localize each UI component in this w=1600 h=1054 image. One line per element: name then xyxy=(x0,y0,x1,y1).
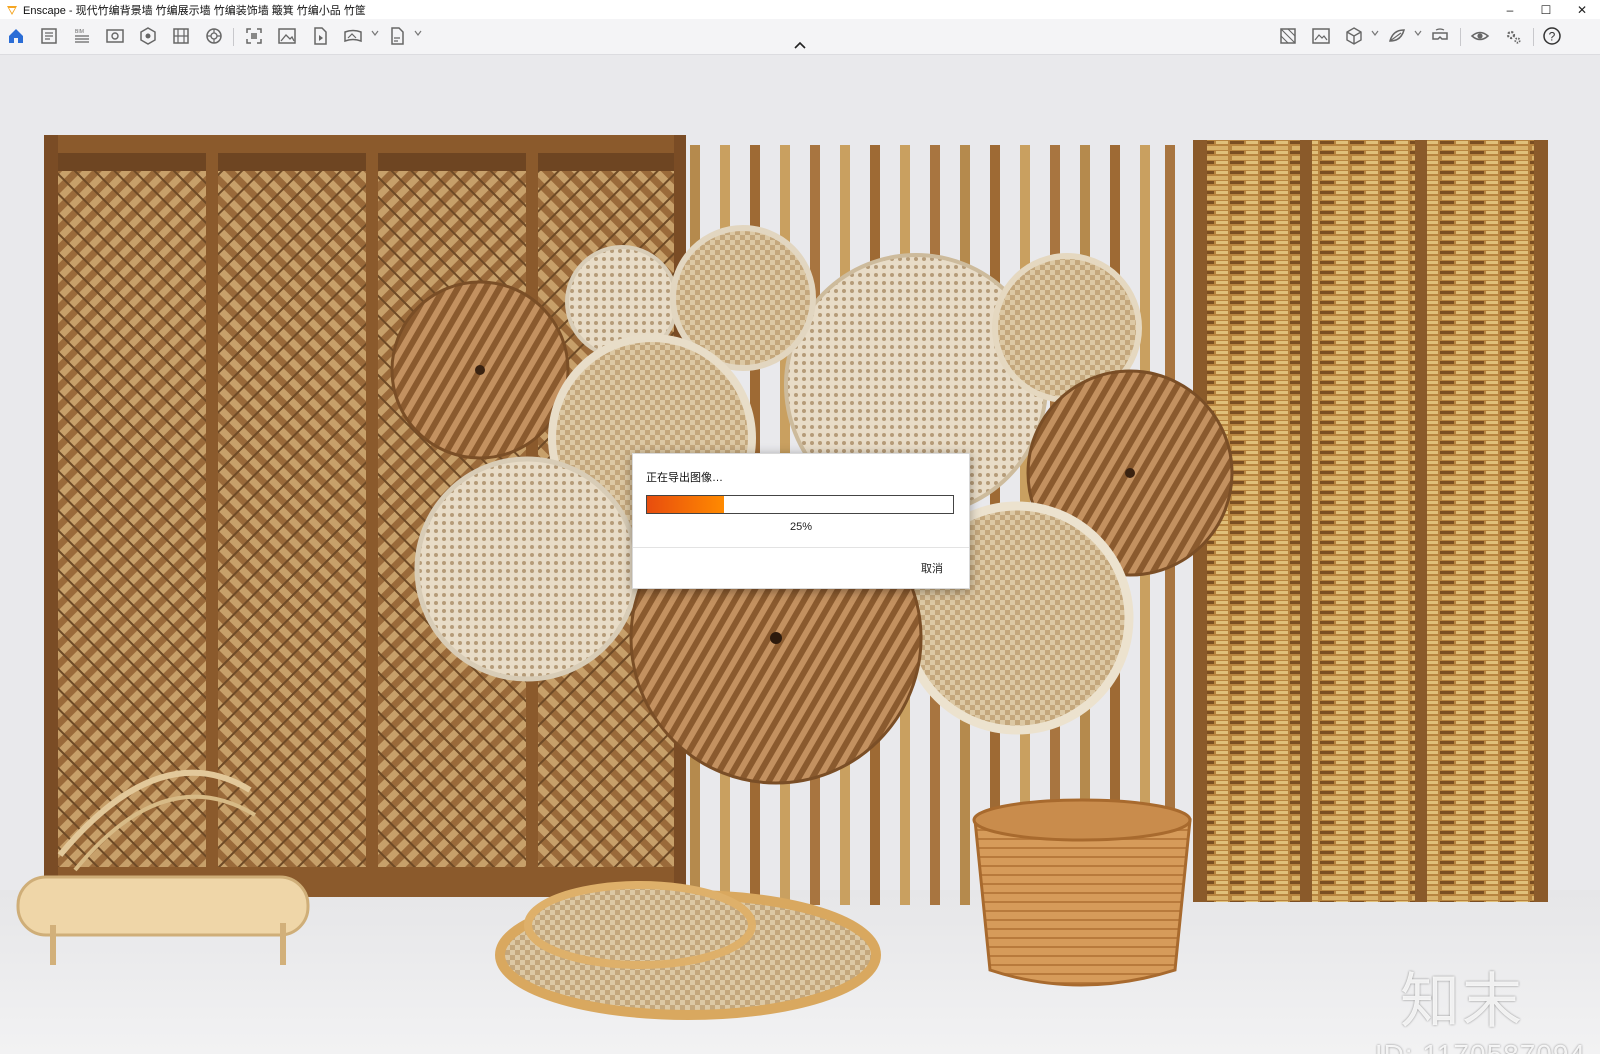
render-image-icon[interactable] xyxy=(276,25,298,47)
window-controls: – ☐ ✕ xyxy=(1492,0,1600,19)
dialog-divider xyxy=(633,547,969,548)
export-progress-bar xyxy=(646,495,954,514)
toolbar-separator xyxy=(233,28,234,46)
title-bar: Enscape - 现代竹编背景墙 竹编展示墙 竹编装饰墙 簸箕 竹编小品 竹筐… xyxy=(0,0,1600,19)
minimize-button[interactable]: – xyxy=(1492,0,1528,19)
asset-icon[interactable] xyxy=(203,25,225,47)
cancel-button[interactable]: 取消 xyxy=(921,560,943,576)
watermark-brand: 知末 xyxy=(1400,967,1524,1037)
toolbar-separator xyxy=(1460,28,1461,46)
toolbar-separator xyxy=(1533,28,1534,46)
panorama-dropdown-icon[interactable] xyxy=(371,29,379,37)
visual-settings-icon[interactable] xyxy=(1343,25,1365,47)
clipping-dropdown-icon[interactable] xyxy=(1414,29,1422,37)
export-dropdown-icon[interactable] xyxy=(414,29,422,37)
screenshot-icon[interactable] xyxy=(243,25,265,47)
bim-label: BIM xyxy=(75,29,84,35)
help-icon[interactable]: ? xyxy=(1541,25,1563,47)
visual-dropdown-icon[interactable] xyxy=(1371,29,1379,37)
window-title: Enscape - 现代竹编背景墙 竹编展示墙 竹编装饰墙 簸箕 竹编小品 竹筐 xyxy=(23,4,366,17)
export-icon[interactable] xyxy=(386,25,408,47)
vr-icon[interactable] xyxy=(1429,25,1451,47)
watermark: 知末 ID: 1170587094 xyxy=(1375,971,1586,1054)
collapse-toolbar-chevron-icon[interactable] xyxy=(793,40,807,50)
capture-icon[interactable] xyxy=(137,25,159,47)
atmosphere-icon[interactable] xyxy=(1310,25,1332,47)
panorama-icon[interactable] xyxy=(342,25,364,47)
clipping-icon[interactable] xyxy=(1386,25,1408,47)
enscape-logo-icon xyxy=(5,3,19,17)
progress-percent: 25% xyxy=(789,521,813,533)
export-progress-dialog: 正在导出图像… 25% 取消 xyxy=(632,453,970,589)
home-icon[interactable] xyxy=(5,25,27,47)
video-icon[interactable] xyxy=(309,25,331,47)
view-icon[interactable] xyxy=(1469,25,1491,47)
material-icon[interactable] xyxy=(1277,25,1299,47)
settings-icon[interactable] xyxy=(1502,25,1524,47)
close-button[interactable]: ✕ xyxy=(1564,0,1600,19)
library-icon[interactable] xyxy=(170,25,192,47)
project-icon[interactable] xyxy=(38,25,60,47)
maximize-button[interactable]: ☐ xyxy=(1528,0,1564,19)
progress-fill xyxy=(647,496,724,513)
slat-panel-right xyxy=(1193,140,1548,902)
bim-icon[interactable]: BIM xyxy=(71,25,93,47)
help-label: ? xyxy=(1549,30,1556,44)
watermark-id: ID: 1170587094 xyxy=(1375,1039,1586,1054)
dialog-title: 正在导出图像… xyxy=(646,472,723,484)
views-icon[interactable] xyxy=(104,25,126,47)
